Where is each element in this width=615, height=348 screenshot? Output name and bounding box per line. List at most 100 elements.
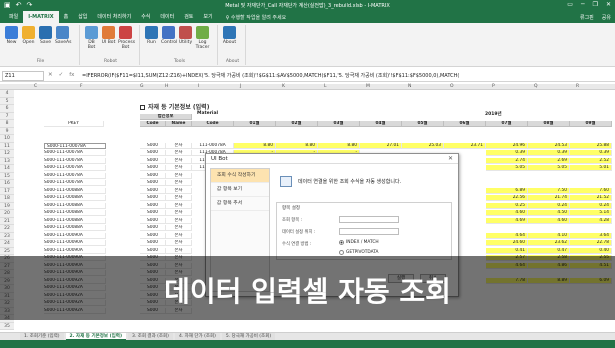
close-icon[interactable]: ✕ — [448, 155, 453, 162]
part-code-cell[interactable]: S000-111-00088A — [44, 210, 106, 216]
header-material-code[interactable]: Code — [192, 121, 234, 127]
part-code-cell[interactable]: S000-111-00078A — [44, 172, 106, 179]
value-cell[interactable]: 0.39 — [486, 150, 528, 156]
part-code-cell[interactable]: S000-111-00078A — [44, 142, 106, 149]
value-cell[interactable]: 5.05 — [528, 165, 570, 171]
row-number[interactable]: 13 — [0, 157, 14, 165]
row-number[interactable]: 25 — [0, 247, 14, 255]
header-name[interactable]: Name — [166, 121, 192, 127]
header-month[interactable]: 08월 — [528, 121, 570, 127]
biz-code-cell[interactable]: S000 — [140, 240, 166, 246]
data-location-input[interactable] — [339, 228, 399, 235]
value-cell[interactable]: 0.39 — [570, 150, 612, 156]
sheet-tab-criteria[interactable]: 1. 조회기준 (입력) — [20, 333, 64, 340]
value-cell[interactable]: 6.89 — [486, 187, 528, 194]
row-number[interactable]: 22 — [0, 225, 14, 233]
biz-code-cell[interactable]: S000 — [140, 210, 166, 216]
value-cell[interactable]: 22.78 — [570, 240, 612, 246]
about-button[interactable]: About — [222, 25, 237, 45]
header-month[interactable]: 01월 — [234, 121, 276, 127]
insert-function-icon[interactable]: fx — [69, 72, 74, 78]
biz-code-cell[interactable]: S000 — [140, 232, 166, 239]
value-cell[interactable]: 5.01 — [570, 165, 612, 171]
value-cell[interactable]: 27.01 — [360, 142, 402, 149]
sheet-tab-processing-cost[interactable]: 5. 당극재 가공비 (조회) — [221, 333, 276, 340]
row-number[interactable]: 11 — [0, 142, 14, 150]
row-number[interactable]: 17 — [0, 187, 14, 195]
tab-home[interactable]: 홈 — [59, 11, 74, 23]
part-code-cell[interactable]: S000-111-00088A — [44, 225, 106, 231]
ui-bot-button[interactable]: UI Bot — [101, 25, 116, 50]
share-button[interactable]: 공유 — [602, 14, 611, 21]
biz-name-cell[interactable]: 본사 — [166, 240, 192, 246]
value-cell[interactable]: 24.60 — [486, 240, 528, 246]
sheet-tab-results[interactable]: 3. 조회 결과 (조회) — [128, 333, 173, 340]
value-cell[interactable]: 5.14 — [570, 210, 612, 216]
row-number[interactable]: 7 — [0, 112, 14, 120]
header-month[interactable]: 04월 — [360, 121, 402, 127]
value-cell[interactable]: 24.53 — [528, 142, 570, 149]
tab-imatrix[interactable]: I-MATRIX — [23, 11, 59, 23]
value-cell[interactable]: 3.64 — [570, 232, 612, 239]
radio-index-match[interactable]: INDEX / MATCH — [339, 240, 379, 245]
part-code-cell[interactable]: S000-111-00090A — [44, 232, 106, 239]
header-month[interactable]: 02월 — [276, 121, 318, 127]
header-month[interactable]: 07월 — [486, 121, 528, 127]
biz-code-cell[interactable]: S000 — [140, 225, 166, 231]
tab-formulas[interactable]: 수식 — [136, 11, 155, 23]
biz-name-cell[interactable]: 본사 — [166, 187, 192, 194]
value-cell[interactable]: 22.56 — [486, 195, 528, 201]
biz-code-cell[interactable]: S000 — [140, 202, 166, 209]
value-cell[interactable]: 4.69 — [486, 217, 528, 224]
cancel-entry-icon[interactable]: ✕ — [48, 72, 53, 78]
value-cell[interactable]: 0.25 — [486, 202, 528, 209]
biz-name-cell[interactable]: 본사 — [166, 157, 192, 164]
biz-name-cell[interactable]: 본사 — [166, 210, 192, 216]
biz-name-cell[interactable]: 본사 — [166, 165, 192, 171]
biz-name-cell[interactable]: 본사 — [166, 142, 192, 149]
run-button[interactable]: Run — [144, 25, 159, 50]
biz-name-cell[interactable]: 본사 — [166, 150, 192, 156]
row-number[interactable]: 5 — [0, 97, 14, 105]
biz-name-cell[interactable]: 본사 — [166, 202, 192, 209]
sheet-tab-basic-info[interactable]: 2. 자재 등 기본정보 (입력) — [65, 333, 126, 340]
biz-code-cell[interactable]: S000 — [140, 172, 166, 179]
biz-code-cell[interactable]: S000 — [140, 187, 166, 194]
close-icon[interactable]: ✕ — [606, 1, 611, 8]
header-month[interactable]: 05월 — [402, 121, 444, 127]
radio-getpivotdata[interactable]: GETPIVOTDATA — [339, 250, 378, 255]
header-code[interactable]: Code — [140, 121, 166, 127]
biz-code-cell[interactable]: S000 — [140, 157, 166, 164]
part-code-cell[interactable]: S000-111-00090A — [44, 240, 106, 246]
row-number[interactable]: 4 — [0, 90, 14, 98]
tab-data-processing[interactable]: 데이터 처리하기 — [92, 11, 136, 23]
row-number[interactable]: 9 — [0, 127, 14, 135]
tab-review[interactable]: 검토 — [179, 11, 198, 23]
row-number[interactable]: 18 — [0, 195, 14, 203]
biz-name-cell[interactable]: 본사 — [166, 247, 192, 254]
row-number[interactable]: 16 — [0, 180, 14, 188]
confirm-entry-icon[interactable]: ✓ — [59, 72, 64, 78]
process-bot-button[interactable]: Process Bot — [118, 25, 135, 50]
header-biz[interactable]: 법인정보 — [140, 113, 192, 120]
part-code-cell[interactable]: S000-111-00088A — [44, 187, 106, 194]
header-month[interactable]: 03월 — [318, 121, 360, 127]
value-cell[interactable]: 8.80 — [318, 142, 360, 149]
ribbon-options-icon[interactable]: ▭ — [567, 1, 573, 8]
row-number[interactable]: 23 — [0, 232, 14, 240]
value-cell[interactable]: 0.40 — [570, 247, 612, 254]
lookup-field-input[interactable] — [339, 216, 399, 223]
row-number[interactable]: 21 — [0, 217, 14, 225]
open-button[interactable]: Open — [21, 25, 36, 45]
biz-code-cell[interactable]: S000 — [140, 142, 166, 149]
part-code-cell[interactable]: S000-111-00078A — [44, 150, 106, 156]
biz-code-cell[interactable]: S000 — [140, 217, 166, 224]
row-number[interactable]: 14 — [0, 165, 14, 173]
row-number[interactable]: 19 — [0, 202, 14, 210]
part-code-cell[interactable]: S000-111-00088A — [44, 202, 106, 209]
part-code-cell[interactable]: S000-111-00078A — [44, 165, 106, 171]
value-cell[interactable]: 24.96 — [486, 142, 528, 149]
row-number[interactable]: 6 — [0, 105, 14, 113]
value-cell[interactable]: 4.60 — [486, 210, 528, 216]
value-cell[interactable]: 7.50 — [528, 187, 570, 194]
